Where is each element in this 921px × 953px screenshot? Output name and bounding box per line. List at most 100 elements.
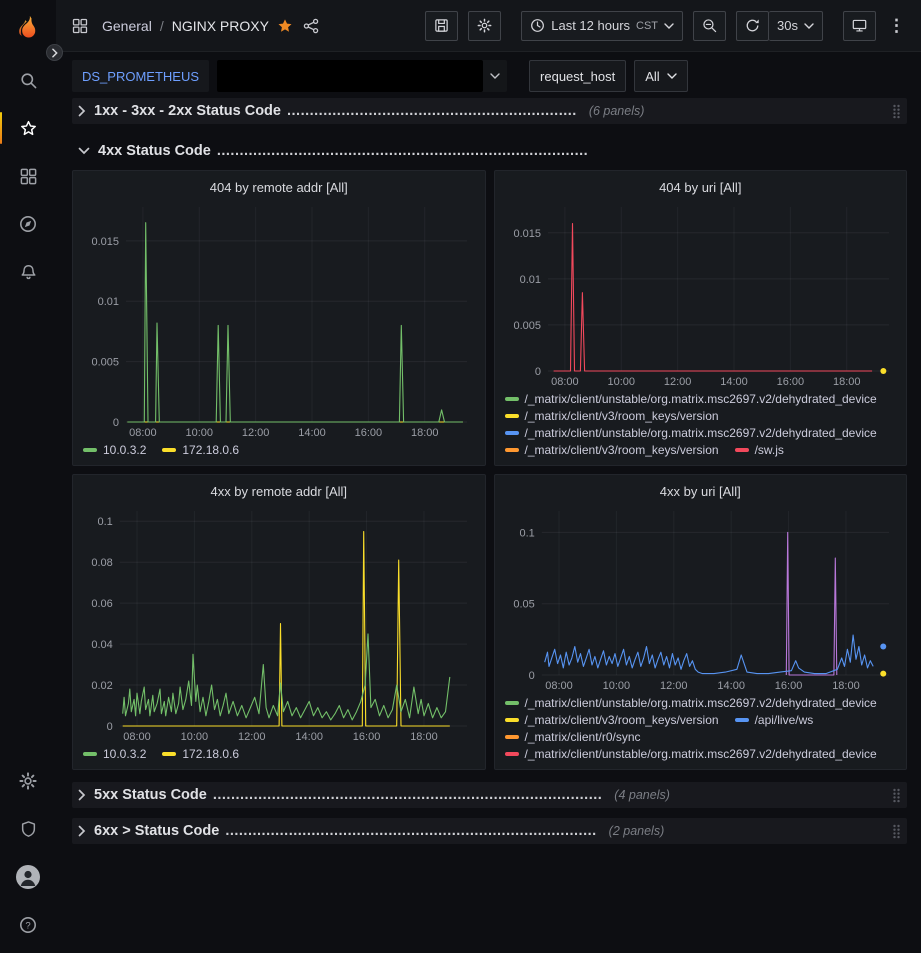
- svg-text:0.06: 0.06: [91, 598, 112, 610]
- monitor-icon: [852, 18, 867, 33]
- legend-item[interactable]: /_matrix/client/v3/room_keys/version: [505, 443, 719, 457]
- panel-404-by-remote-addr: 404 by remote addr [All] 08:0010:0012:00…: [72, 170, 486, 466]
- time-series-chart[interactable]: 08:0010:0012:0014:0016:0018:0000.020.040…: [83, 503, 475, 745]
- row-header-1xx-3xx-2xx[interactable]: 1xx - 3xx - 2xx Status Code ............…: [72, 98, 907, 124]
- sidebar-item-profile[interactable]: [0, 853, 56, 901]
- sidebar-item-explore[interactable]: [0, 200, 56, 248]
- bell-icon: [20, 264, 37, 281]
- person-icon: [16, 865, 40, 889]
- panel-title[interactable]: 4xx by uri [All]: [505, 481, 897, 503]
- sidebar-bottom-section: ?: [0, 757, 56, 953]
- svg-text:0.1: 0.1: [98, 516, 113, 528]
- legend-item[interactable]: 172.18.0.6: [162, 443, 239, 457]
- sidebar-item-server-admin[interactable]: [0, 805, 56, 853]
- row-header-4xx[interactable]: 4xx Status Code ........................…: [72, 138, 907, 164]
- panel-title[interactable]: 4xx by remote addr [All]: [83, 481, 475, 503]
- breadcrumb-section[interactable]: General: [102, 18, 152, 34]
- svg-text:14:00: 14:00: [720, 376, 748, 388]
- refresh-icon: [745, 18, 760, 33]
- refresh-button[interactable]: [736, 11, 769, 41]
- row-title-dots: ........................................…: [217, 143, 588, 159]
- svg-text:16:00: 16:00: [353, 731, 381, 743]
- legend-item[interactable]: /_matrix/client/v3/room_keys/version: [505, 713, 719, 727]
- row-title: 1xx - 3xx - 2xx Status Code: [94, 103, 281, 119]
- legend-swatch: [505, 735, 519, 739]
- time-series-chart[interactable]: 08:0010:0012:0014:0016:0018:0000.050.1: [505, 503, 897, 694]
- legend-item[interactable]: 10.0.3.2: [83, 747, 146, 761]
- panel-404-by-uri: 404 by uri [All] 08:0010:0012:0014:0016:…: [494, 170, 908, 466]
- breadcrumb-dashboards-icon[interactable]: [72, 18, 88, 34]
- timezone-label: CST: [636, 20, 658, 32]
- legend-item[interactable]: /_matrix/client/r0/sync: [505, 730, 641, 744]
- legend-item[interactable]: /_matrix/client/unstable/org.matrix.msc2…: [505, 426, 877, 440]
- svg-text:16:00: 16:00: [774, 680, 802, 692]
- row-drag-handle[interactable]: [892, 788, 901, 803]
- panel-title[interactable]: 404 by remote addr [All]: [83, 177, 475, 199]
- legend-swatch: [505, 448, 519, 452]
- legend-swatch: [505, 752, 519, 756]
- datasource-picker[interactable]: [217, 60, 507, 92]
- row-header-6xx[interactable]: 6xx > Status Code ......................…: [72, 818, 907, 844]
- panel-title[interactable]: 404 by uri [All]: [505, 177, 897, 199]
- legend-item[interactable]: /_matrix/client/unstable/org.matrix.msc2…: [505, 392, 877, 406]
- legend-item[interactable]: /_matrix/client/v3/room_keys/version: [505, 409, 719, 423]
- svg-text:14:00: 14:00: [717, 680, 745, 692]
- grid-icon: [72, 18, 88, 34]
- legend-item[interactable]: /sw.js: [735, 443, 784, 457]
- time-range-picker[interactable]: Last 12 hours CST: [521, 11, 683, 41]
- svg-text:08:00: 08:00: [129, 427, 157, 439]
- svg-text:0.02: 0.02: [91, 680, 112, 692]
- sidebar-item-search[interactable]: [0, 56, 56, 104]
- gear-icon: [19, 772, 37, 790]
- sidebar-item-alerting[interactable]: [0, 248, 56, 296]
- save-dashboard-button[interactable]: [425, 11, 458, 41]
- zoom-out-icon: [702, 18, 717, 33]
- svg-text:08:00: 08:00: [551, 376, 579, 388]
- share-button[interactable]: [303, 18, 319, 34]
- svg-text:18:00: 18:00: [411, 427, 439, 439]
- zoom-out-button[interactable]: [693, 11, 726, 41]
- row-drag-handle[interactable]: [892, 824, 901, 839]
- time-series-chart[interactable]: 08:0010:0012:0014:0016:0018:0000.0050.01…: [505, 199, 897, 390]
- row-header-5xx[interactable]: 5xx Status Code ........................…: [72, 782, 907, 808]
- chevron-right-icon: [51, 48, 59, 58]
- row-title-dots: ........................................…: [213, 787, 602, 803]
- legend-item[interactable]: /_matrix/client/unstable/org.matrix.msc2…: [505, 696, 877, 710]
- svg-text:14:00: 14:00: [295, 731, 323, 743]
- tv-mode-button[interactable]: [843, 11, 876, 41]
- variable-request-host-label[interactable]: request_host: [529, 60, 626, 92]
- svg-text:12:00: 12:00: [660, 680, 688, 692]
- legend-item[interactable]: 10.0.3.2: [83, 443, 146, 457]
- breadcrumb-dashboard-title[interactable]: NGINX PROXY: [172, 18, 269, 34]
- row-title: 4xx Status Code: [98, 143, 211, 159]
- time-series-chart[interactable]: 08:0010:0012:0014:0016:0018:0000.0050.01…: [83, 199, 475, 441]
- variable-request-host-picker[interactable]: All: [634, 60, 687, 92]
- legend-item[interactable]: /_matrix/client/unstable/org.matrix.msc2…: [505, 747, 877, 761]
- legend-item[interactable]: 172.18.0.6: [162, 747, 239, 761]
- sidebar-item-help[interactable]: ?: [0, 901, 56, 949]
- legend-item[interactable]: /api/live/ws: [735, 713, 814, 727]
- row-panel-count: (2 panels): [609, 824, 665, 838]
- favorite-star-button[interactable]: [277, 18, 293, 34]
- variable-ds-prometheus-label[interactable]: DS_PROMETHEUS: [72, 60, 209, 92]
- refresh-interval-picker[interactable]: 30s: [769, 11, 823, 41]
- kebab-menu-button[interactable]: ⋮: [886, 16, 907, 36]
- svg-text:12:00: 12:00: [242, 427, 270, 439]
- svg-text:18:00: 18:00: [832, 376, 860, 388]
- svg-text:0: 0: [107, 721, 113, 733]
- svg-text:12:00: 12:00: [663, 376, 691, 388]
- chevron-right-icon: [78, 789, 86, 801]
- sidebar-expand-button[interactable]: [46, 44, 63, 61]
- row-drag-handle[interactable]: [892, 104, 901, 119]
- svg-text:0.05: 0.05: [513, 599, 534, 611]
- datasource-value-redacted: [217, 60, 483, 92]
- dashboard-settings-button[interactable]: [468, 11, 501, 41]
- user-avatar: [16, 865, 40, 889]
- row-panel-count: (4 panels): [614, 788, 670, 802]
- legend-swatch: [735, 448, 749, 452]
- request-host-value: All: [645, 69, 659, 84]
- sidebar-item-starred[interactable]: [0, 104, 56, 152]
- sidebar-item-configuration[interactable]: [0, 757, 56, 805]
- sidebar-item-dashboards[interactable]: [0, 152, 56, 200]
- grafana-flame-icon: [14, 14, 42, 42]
